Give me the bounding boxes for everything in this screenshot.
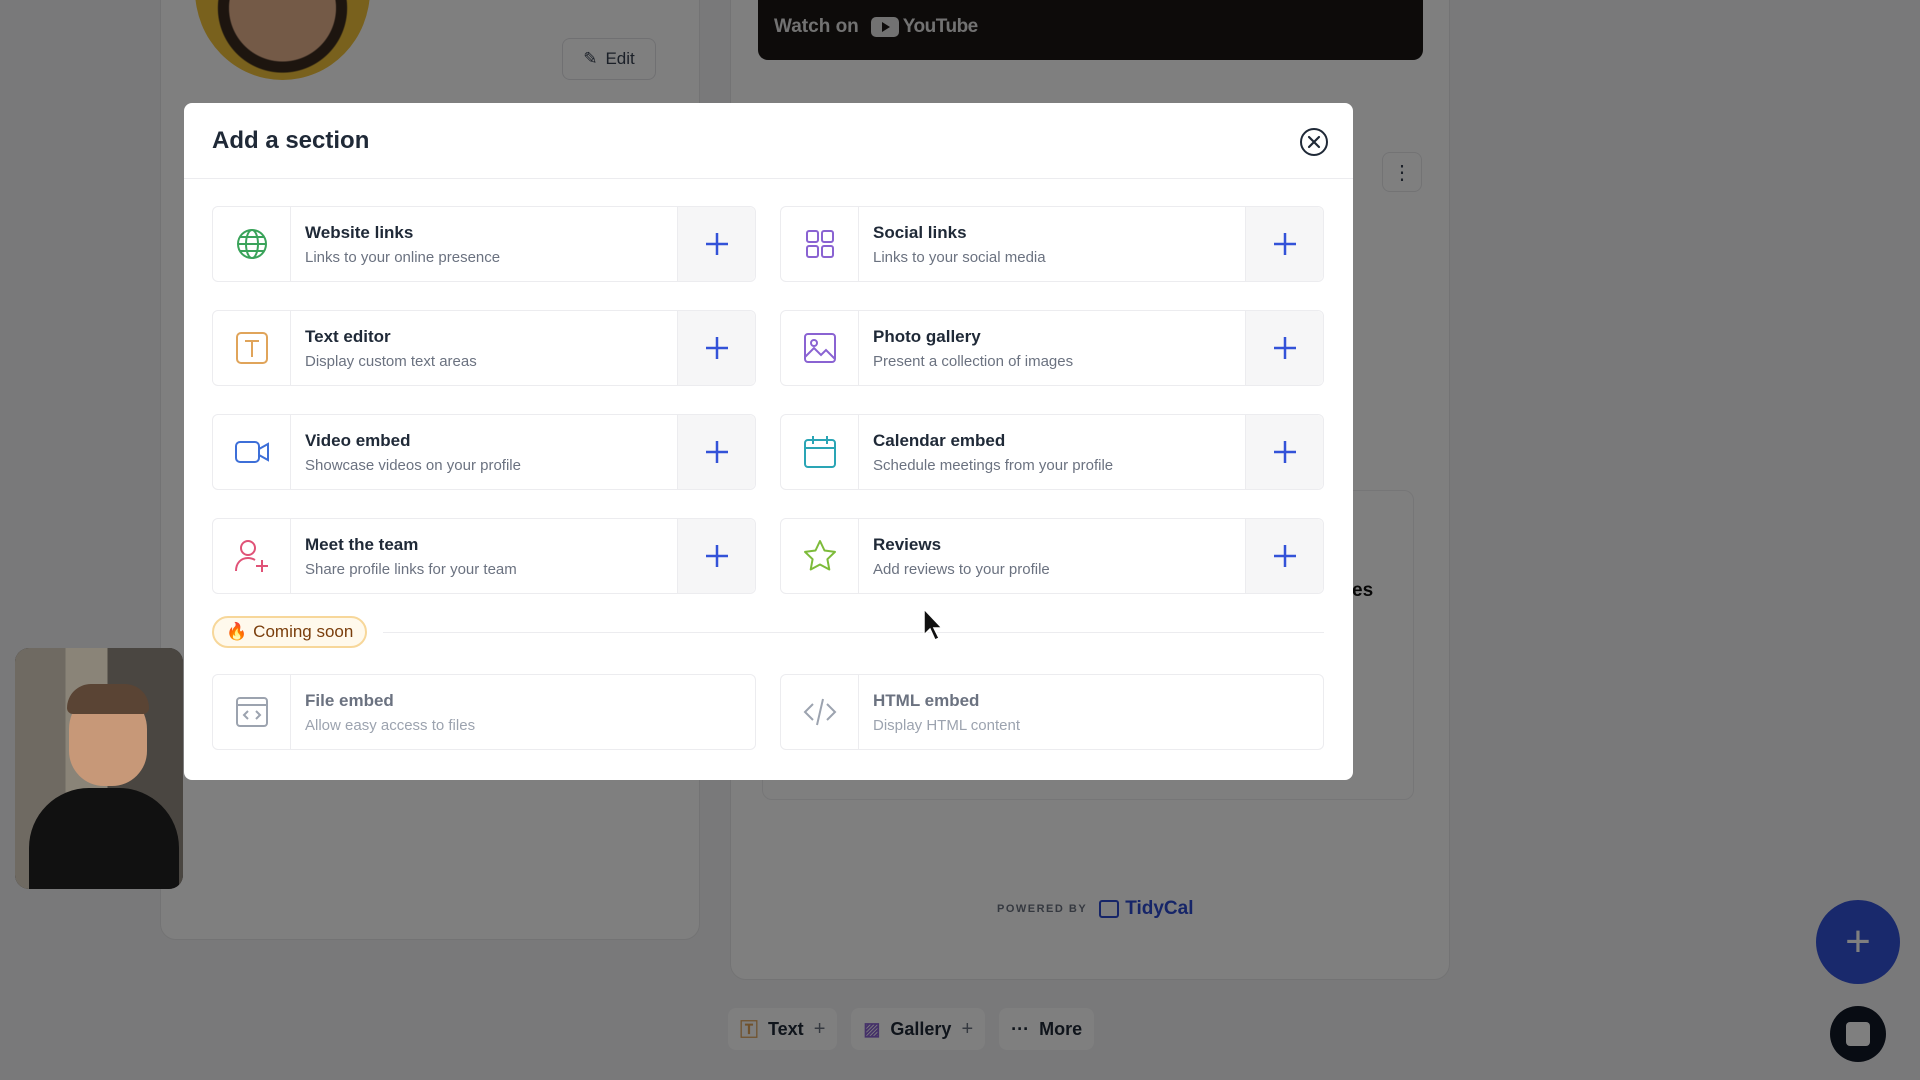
plus-icon bbox=[1273, 337, 1296, 359]
add-social-links-button[interactable] bbox=[1245, 207, 1323, 281]
section-description: Allow easy access to files bbox=[305, 717, 476, 734]
mouse-cursor-icon bbox=[923, 607, 944, 642]
section-file-embed: File embed Allow easy access to files bbox=[212, 674, 756, 750]
section-title: Social links bbox=[873, 223, 967, 242]
section-title: Video embed bbox=[305, 431, 411, 450]
add-video-embed-button[interactable] bbox=[677, 415, 755, 489]
section-title: Text editor bbox=[305, 327, 391, 346]
add-meet-the-team-button[interactable] bbox=[677, 519, 755, 593]
plus-icon bbox=[1273, 233, 1296, 255]
section-description: Add reviews to your profile bbox=[873, 561, 1050, 578]
code-icon bbox=[803, 698, 836, 726]
section-html-embed: HTML embed Display HTML content bbox=[780, 674, 1324, 750]
section-description: Links to your social media bbox=[873, 249, 1046, 266]
section-description: Links to your online presence bbox=[305, 249, 501, 266]
close-button[interactable] bbox=[1300, 128, 1328, 156]
section-social-links[interactable]: Social links Links to your social media bbox=[780, 206, 1324, 282]
section-reviews[interactable]: Reviews Add reviews to your profile bbox=[780, 518, 1324, 594]
close-icon bbox=[1307, 135, 1321, 149]
plus-icon bbox=[705, 441, 728, 463]
section-grid: Website links Links to your online presen… bbox=[212, 206, 1324, 622]
section-description: Display HTML content bbox=[873, 717, 1020, 734]
user-plus-icon bbox=[234, 540, 268, 572]
file-code-icon bbox=[235, 697, 268, 727]
coming-soon-divider: 🔥 Coming soon bbox=[212, 616, 1324, 648]
section-title: Photo gallery bbox=[873, 327, 981, 346]
divider-line bbox=[383, 631, 1324, 633]
coming-soon-grid: File embed Allow easy access to files HTM… bbox=[212, 674, 1324, 778]
webcam-feed bbox=[15, 648, 183, 889]
plus-icon bbox=[705, 337, 728, 359]
section-video-embed[interactable]: Video embed Showcase videos on your profi… bbox=[212, 414, 756, 490]
section-photo-gallery[interactable]: Photo gallery Present a collection of ima… bbox=[780, 310, 1324, 386]
add-text-editor-button[interactable] bbox=[677, 311, 755, 385]
plus-icon bbox=[1273, 441, 1296, 463]
section-website-links[interactable]: Website links Links to your online presen… bbox=[212, 206, 756, 282]
add-photo-gallery-button[interactable] bbox=[1245, 311, 1323, 385]
text-icon bbox=[235, 332, 268, 364]
plus-icon bbox=[705, 233, 728, 255]
section-title: Reviews bbox=[873, 535, 942, 554]
section-description: Display custom text areas bbox=[305, 353, 477, 370]
add-calendar-embed-button[interactable] bbox=[1245, 415, 1323, 489]
calendar-icon bbox=[803, 436, 836, 468]
modal-title: Add a section bbox=[212, 127, 370, 154]
video-icon bbox=[234, 441, 269, 463]
section-title: Meet the team bbox=[305, 535, 419, 554]
section-title: File embed bbox=[305, 691, 394, 710]
plus-icon bbox=[705, 545, 728, 567]
coming-soon-badge: 🔥 Coming soon bbox=[212, 616, 368, 648]
section-description: Showcase videos on your profile bbox=[305, 457, 521, 474]
add-website-links-button[interactable] bbox=[677, 207, 755, 281]
image-icon bbox=[803, 333, 836, 363]
add-section-modal: Add a section Website links Links to your… bbox=[184, 103, 1353, 780]
fire-icon: 🔥 bbox=[226, 622, 248, 641]
plus-icon bbox=[1273, 545, 1296, 567]
section-title: Website links bbox=[305, 223, 414, 242]
grid-icon bbox=[805, 230, 834, 258]
section-description: Present a collection of images bbox=[873, 353, 1074, 370]
section-meet-the-team[interactable]: Meet the team Share profile links for you… bbox=[212, 518, 756, 594]
section-description: Share profile links for your team bbox=[305, 561, 517, 578]
section-title: Calendar embed bbox=[873, 431, 1006, 450]
section-description: Schedule meetings from your profile bbox=[873, 457, 1114, 474]
section-calendar-embed[interactable]: Calendar embed Schedule meetings from you… bbox=[780, 414, 1324, 490]
globe-icon bbox=[236, 229, 267, 259]
section-text-editor[interactable]: Text editor Display custom text areas bbox=[212, 310, 756, 386]
modal-header: Add a section bbox=[184, 103, 1353, 179]
star-icon bbox=[803, 540, 836, 571]
section-title: HTML embed bbox=[873, 691, 980, 710]
add-reviews-button[interactable] bbox=[1245, 519, 1323, 593]
